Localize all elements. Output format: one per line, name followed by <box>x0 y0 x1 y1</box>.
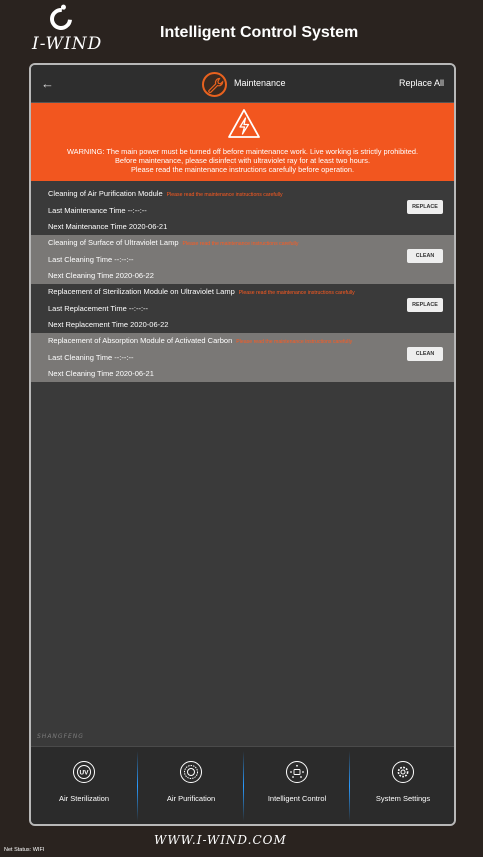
item-title: Cleaning of Surface of Ultraviolet Lamp <box>48 238 179 247</box>
list-item: Cleaning of Surface of Ultraviolet Lamp P… <box>31 235 454 284</box>
list-item: Cleaning of Air Purification Module Pleas… <box>31 186 454 235</box>
next-time: Next Replacement Time 2020-06-22 <box>48 320 169 329</box>
warning-banner: WARNING: The main power must be turned o… <box>31 103 454 181</box>
nav-label: System Settings <box>375 794 431 803</box>
clean-button[interactable]: CLEAN <box>407 249 443 263</box>
maintenance-screen: ← Maintenance Replace All WARNING: The m… <box>29 63 456 826</box>
high-voltage-warning-icon <box>228 109 260 138</box>
gear-icon <box>392 761 414 783</box>
warning-text: WARNING: The main power must be turned o… <box>31 147 454 174</box>
arrow-left-icon: ← <box>41 76 54 91</box>
logo-mark-icon <box>45 3 77 35</box>
brand-mark: SHANGFENG <box>37 733 84 740</box>
i-wind-logo: I-WIND <box>28 3 118 58</box>
nav-intelligent-control[interactable]: Intelligent Control <box>244 747 350 824</box>
nav-air-sterilization[interactable]: UV Air Sterilization <box>31 747 137 824</box>
replace-button[interactable]: REPLACE <box>407 298 443 312</box>
warning-line: Before maintenance, please disinfect wit… <box>114 156 371 165</box>
nav-system-settings[interactable]: System Settings <box>350 747 454 824</box>
next-time: Next Cleaning Time 2020-06-22 <box>48 271 154 280</box>
purification-icon <box>180 761 202 783</box>
nav-air-purification[interactable]: Air Purification <box>138 747 244 824</box>
nav-bar: ← Maintenance Replace All <box>31 65 454 103</box>
last-time: Last Cleaning Time --:--:-- <box>48 255 134 264</box>
warning-line: Please read the maintenance instructions… <box>130 165 355 174</box>
page-title: Maintenance <box>234 78 286 88</box>
last-time: Last Cleaning Time --:--:-- <box>48 353 134 362</box>
item-note: Please read the maintenance instructions… <box>166 192 283 198</box>
wrench-icon <box>202 72 227 97</box>
website-text: WWW.I-WIND.COM <box>154 833 287 847</box>
intelligent-control-icon <box>286 761 308 783</box>
next-time: Next Cleaning Time 2020-06-21 <box>48 369 154 378</box>
item-title: Replacement of Absorption Module of Acti… <box>48 336 233 345</box>
nav-label: Air Sterilization <box>58 794 110 803</box>
replace-all-button[interactable]: Replace All <box>399 78 444 88</box>
warning-line: WARNING: The main power must be turned o… <box>66 147 419 156</box>
replace-button[interactable]: REPLACE <box>407 200 443 214</box>
back-button[interactable]: ← <box>41 76 54 91</box>
last-time: Last Replacement Time --:--:-- <box>48 304 149 313</box>
app-title: Intelligent Control System <box>160 24 359 41</box>
logo-text: I-WIND <box>32 34 103 54</box>
svg-text:UV: UV <box>79 770 89 777</box>
nav-label: Air Purification <box>166 794 216 803</box>
list-item: Replacement of Sterilization Module on U… <box>31 284 454 333</box>
bottom-nav: UV Air Sterilization Air Purification In… <box>31 746 454 824</box>
uv-icon: UV <box>73 761 95 783</box>
app-header: I-WIND Intelligent Control System <box>0 0 483 62</box>
item-note: Please read the maintenance instructions… <box>182 241 299 247</box>
nav-label: Intelligent Control <box>267 794 327 803</box>
item-note: Please read the maintenance instructions… <box>238 290 355 296</box>
clean-button[interactable]: CLEAN <box>407 347 443 361</box>
last-time: Last Maintenance Time --:--:-- <box>48 206 147 215</box>
item-title: Replacement of Sterilization Module on U… <box>48 287 235 296</box>
net-status: Net Status: WIFI <box>4 847 45 853</box>
maintenance-list: Cleaning of Air Purification Module Pleas… <box>31 186 454 382</box>
item-title: Cleaning of Air Purification Module <box>48 189 163 198</box>
next-time: Next Maintenance Time 2020-06-21 <box>48 222 168 231</box>
item-note: Please read the maintenance instructions… <box>236 339 353 345</box>
list-item: Replacement of Absorption Module of Acti… <box>31 333 454 382</box>
